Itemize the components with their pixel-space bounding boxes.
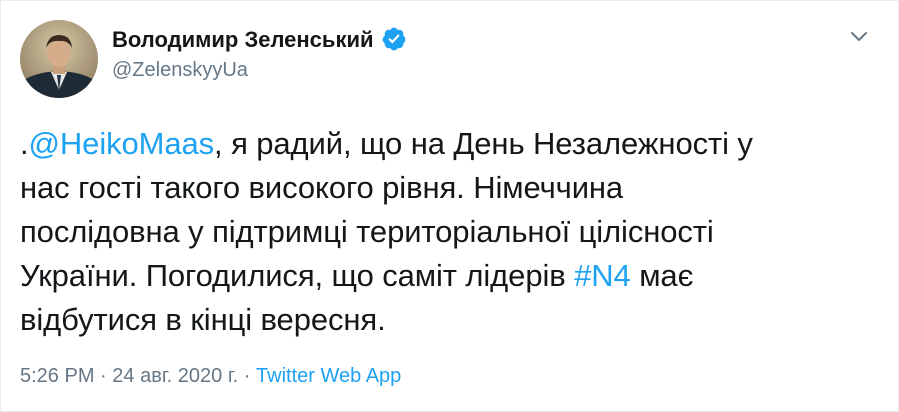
tweet-line: відбутися в кінці вересня.	[20, 302, 386, 337]
tweet-text-segment: має	[630, 258, 694, 293]
user-handle[interactable]: @ZelenskyyUa	[112, 58, 248, 82]
tweet-date[interactable]: 24 авг. 2020 г.	[112, 365, 238, 387]
display-name[interactable]: Володимир Зеленський	[112, 27, 374, 53]
tweet-text-segment: , я радий, що на День Незалежності у	[214, 126, 753, 161]
hashtag-link[interactable]: #N4	[574, 258, 631, 293]
tweet-time[interactable]: 5:26 PM	[20, 365, 94, 387]
tweet-card: Володимир Зеленський @ZelenskyyUa .@Heik…	[0, 0, 899, 412]
tweet-line: нас гості такого високого рівня. Німеччи…	[20, 170, 624, 205]
tweet-line: України. Погодилися, що саміт лідерів #N…	[20, 254, 860, 298]
tweet-text-segment: .	[20, 126, 29, 161]
mention-link[interactable]: @HeikoMaas	[29, 126, 215, 161]
tweet-text: .@HeikoMaas, я радий, що на День Незалеж…	[20, 122, 860, 342]
tweet-line: послідовна у підтримці територіальної ці…	[20, 214, 714, 249]
tweet-source-link[interactable]: Twitter Web App	[256, 365, 401, 387]
tweet-line: .@HeikoMaas, я радий, що на День Незалеж…	[20, 122, 860, 166]
profile-photo-icon	[20, 20, 98, 98]
tweet-text-segment: України. Погодилися, що саміт лідерів	[20, 258, 575, 293]
meta-separator: ·	[238, 365, 257, 387]
verified-badge-icon	[382, 27, 406, 51]
tweet-meta: 5:26 PM · 24 авг. 2020 г. · Twitter Web …	[20, 363, 401, 389]
avatar[interactable]	[20, 20, 98, 98]
meta-separator: ·	[94, 365, 113, 387]
chevron-down-icon[interactable]	[848, 25, 870, 47]
